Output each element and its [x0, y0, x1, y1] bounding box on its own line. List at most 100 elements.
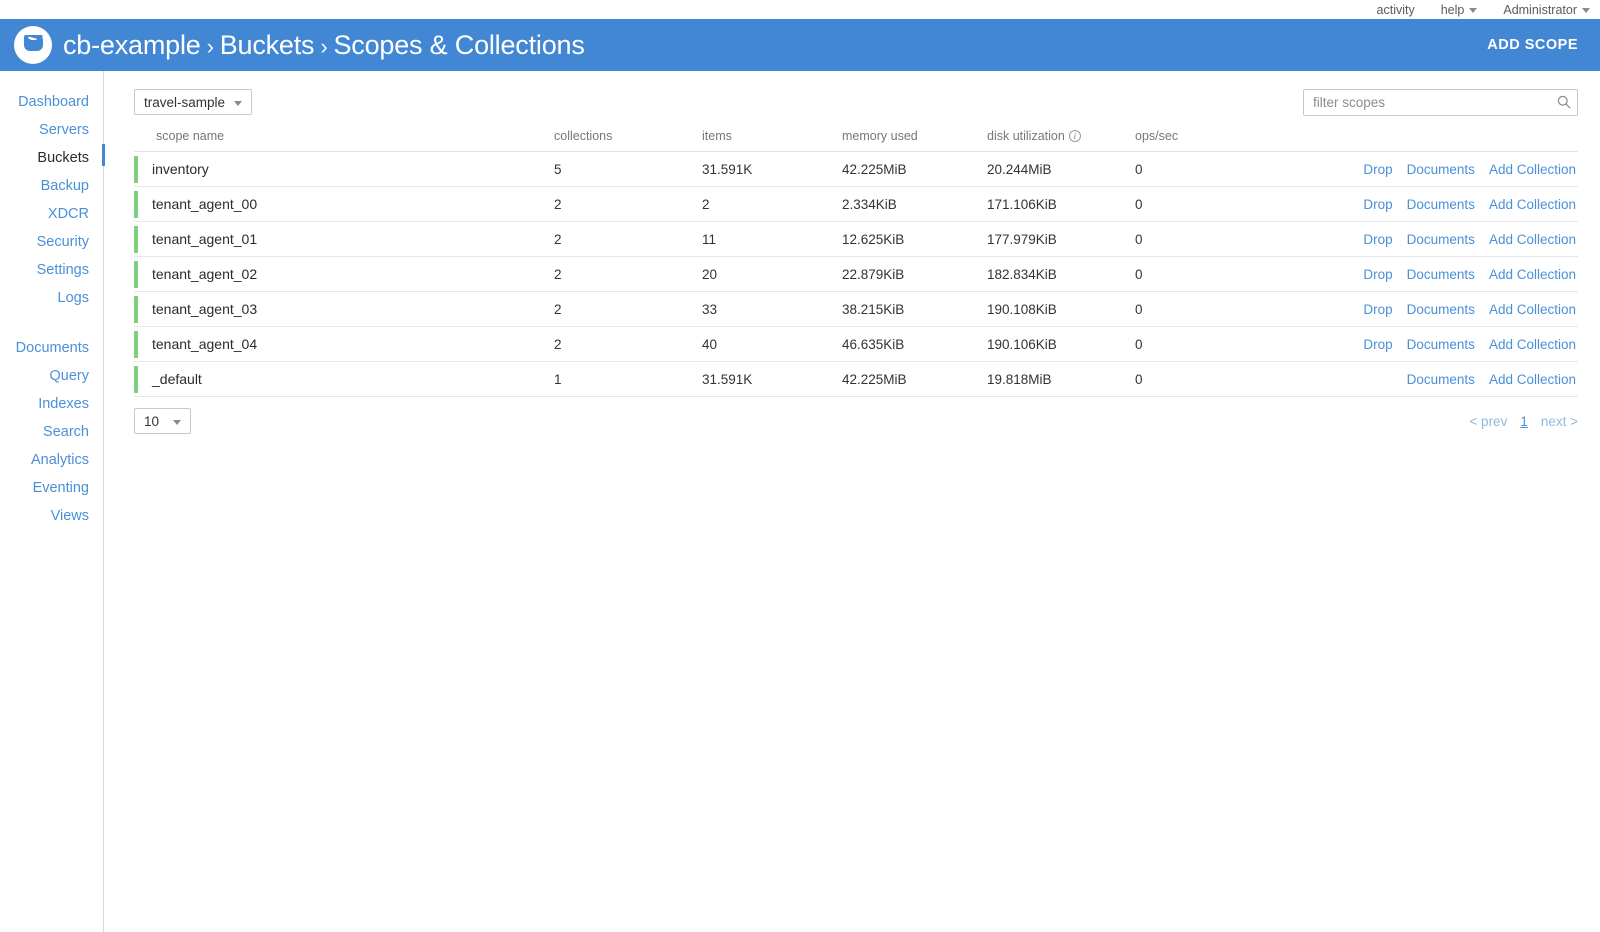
- cell-disk-utilization: 182.834KiB: [987, 267, 1135, 282]
- sidebar-item-backup[interactable]: Backup: [0, 172, 103, 200]
- drop-scope-link[interactable]: Drop: [1363, 267, 1392, 282]
- pagination-next[interactable]: next >: [1541, 414, 1578, 429]
- drop-scope-link[interactable]: Drop: [1363, 337, 1392, 352]
- add-collection-link[interactable]: Add Collection: [1489, 267, 1576, 282]
- chevron-down-icon: [234, 101, 242, 106]
- filter-scopes-wrap: [1303, 89, 1578, 116]
- table-row: tenant_agent_0323338.215KiB190.108KiB0Dr…: [134, 292, 1578, 327]
- cell-ops-sec: 0: [1135, 302, 1235, 317]
- topbar-item-administrator[interactable]: Administrator: [1503, 3, 1590, 17]
- cell-disk-utilization: 20.244MiB: [987, 162, 1135, 177]
- sidebar-item-dashboard[interactable]: Dashboard: [0, 88, 103, 116]
- cell-items: 33: [702, 302, 842, 317]
- cell-ops-sec: 0: [1135, 372, 1235, 387]
- row-actions: Drop Documents Add Collection: [1235, 267, 1578, 282]
- cell-scope-name: tenant_agent_02: [134, 266, 554, 282]
- sidebar-item-views[interactable]: Views: [0, 502, 103, 530]
- cell-scope-name: inventory: [134, 161, 554, 177]
- table-row: inventory531.591K42.225MiB20.244MiB0Drop…: [134, 152, 1578, 187]
- table-row: tenant_agent_0121112.625KiB177.979KiB0Dr…: [134, 222, 1578, 257]
- drop-scope-link[interactable]: Drop: [1363, 302, 1392, 317]
- cell-memory-used: 2.334KiB: [842, 197, 987, 212]
- cell-scope-name: tenant_agent_00: [134, 196, 554, 212]
- breadcrumb-buckets[interactable]: Buckets: [220, 30, 315, 61]
- drop-scope-link[interactable]: Drop: [1363, 232, 1392, 247]
- info-icon[interactable]: i: [1069, 130, 1081, 142]
- row-accent-bar: [134, 296, 138, 323]
- cell-memory-used: 22.879KiB: [842, 267, 987, 282]
- table-row: _default131.591K42.225MiB19.818MiB0Docum…: [134, 362, 1578, 397]
- cell-memory-used: 42.225MiB: [842, 372, 987, 387]
- sidebar-item-logs[interactable]: Logs: [0, 284, 103, 312]
- breadcrumb-cluster[interactable]: cb-example: [63, 30, 201, 61]
- add-collection-link[interactable]: Add Collection: [1489, 372, 1576, 387]
- documents-link[interactable]: Documents: [1407, 232, 1475, 247]
- bucket-selector[interactable]: travel-sample: [134, 89, 252, 115]
- topbar-item-help[interactable]: help: [1441, 3, 1478, 17]
- sidebar-item-security[interactable]: Security: [0, 228, 103, 256]
- chevron-down-icon: [1582, 8, 1590, 13]
- page-size-selector[interactable]: 10: [134, 408, 191, 434]
- pagination-prev[interactable]: < prev: [1469, 414, 1507, 429]
- drop-scope-link[interactable]: Drop: [1363, 162, 1392, 177]
- column-header-ops-sec: ops/sec: [1135, 129, 1235, 143]
- page-body: Dashboard Servers Buckets Backup XDCR Se…: [0, 71, 1600, 932]
- add-collection-link[interactable]: Add Collection: [1489, 302, 1576, 317]
- documents-link[interactable]: Documents: [1407, 337, 1475, 352]
- row-actions: Drop Documents Add Collection: [1235, 197, 1578, 212]
- topbar-item-label: Administrator: [1503, 3, 1577, 17]
- sidebar-item-search[interactable]: Search: [0, 418, 103, 446]
- cell-items: 20: [702, 267, 842, 282]
- documents-link[interactable]: Documents: [1407, 302, 1475, 317]
- table-row: tenant_agent_00222.334KiB171.106KiB0Drop…: [134, 187, 1578, 222]
- pagination-page-1[interactable]: 1: [1520, 414, 1528, 429]
- filter-scopes-input[interactable]: [1303, 89, 1578, 116]
- topbar-item-label: activity: [1377, 3, 1415, 17]
- sidebar-item-xdcr[interactable]: XDCR: [0, 200, 103, 228]
- topbar-item-label: help: [1441, 3, 1465, 17]
- cell-scope-name: _default: [134, 371, 554, 387]
- row-actions: Drop Documents Add Collection: [1235, 302, 1578, 317]
- row-actions: Drop Documents Add Collection: [1235, 232, 1578, 247]
- row-actions: Documents Add Collection: [1235, 372, 1578, 387]
- add-scope-button[interactable]: ADD SCOPE: [1487, 37, 1578, 53]
- breadcrumb: cb-example › Buckets › Scopes & Collecti…: [63, 30, 585, 61]
- sidebar-item-analytics[interactable]: Analytics: [0, 446, 103, 474]
- row-actions: Drop Documents Add Collection: [1235, 162, 1578, 177]
- cell-items: 40: [702, 337, 842, 352]
- documents-link[interactable]: Documents: [1407, 197, 1475, 212]
- sidebar-item-settings[interactable]: Settings: [0, 256, 103, 284]
- add-collection-link[interactable]: Add Collection: [1489, 162, 1576, 177]
- add-collection-link[interactable]: Add Collection: [1489, 197, 1576, 212]
- content-toolbar: travel-sample: [134, 89, 1578, 119]
- cell-disk-utilization: 19.818MiB: [987, 372, 1135, 387]
- sidebar-item-servers[interactable]: Servers: [0, 116, 103, 144]
- topbar-item-activity[interactable]: activity: [1377, 3, 1415, 17]
- table-footer: 10 < prev 1 next >: [134, 408, 1578, 434]
- cell-collections: 1: [554, 372, 702, 387]
- chevron-down-icon: [1469, 8, 1477, 13]
- sidebar-item-indexes[interactable]: Indexes: [0, 390, 103, 418]
- cell-disk-utilization: 171.106KiB: [987, 197, 1135, 212]
- sidebar-item-eventing[interactable]: Eventing: [0, 474, 103, 502]
- sidebar: Dashboard Servers Buckets Backup XDCR Se…: [0, 71, 104, 932]
- add-collection-link[interactable]: Add Collection: [1489, 337, 1576, 352]
- drop-scope-link[interactable]: Drop: [1363, 197, 1392, 212]
- add-collection-link[interactable]: Add Collection: [1489, 232, 1576, 247]
- column-header-collections: collections: [554, 129, 702, 143]
- row-accent-bar: [134, 366, 138, 393]
- cell-scope-name: tenant_agent_03: [134, 301, 554, 317]
- documents-link[interactable]: Documents: [1407, 372, 1475, 387]
- couchbase-logo-cup: [24, 39, 43, 51]
- sidebar-item-buckets[interactable]: Buckets: [0, 144, 103, 172]
- sidebar-item-documents[interactable]: Documents: [0, 334, 103, 362]
- cell-items: 2: [702, 197, 842, 212]
- sidebar-item-query[interactable]: Query: [0, 362, 103, 390]
- couchbase-logo-icon[interactable]: [14, 26, 52, 64]
- documents-link[interactable]: Documents: [1407, 162, 1475, 177]
- chevron-down-icon: [173, 420, 181, 425]
- table-row: tenant_agent_0424046.635KiB190.106KiB0Dr…: [134, 327, 1578, 362]
- row-accent-bar: [134, 156, 138, 183]
- documents-link[interactable]: Documents: [1407, 267, 1475, 282]
- cell-scope-name: tenant_agent_04: [134, 336, 554, 352]
